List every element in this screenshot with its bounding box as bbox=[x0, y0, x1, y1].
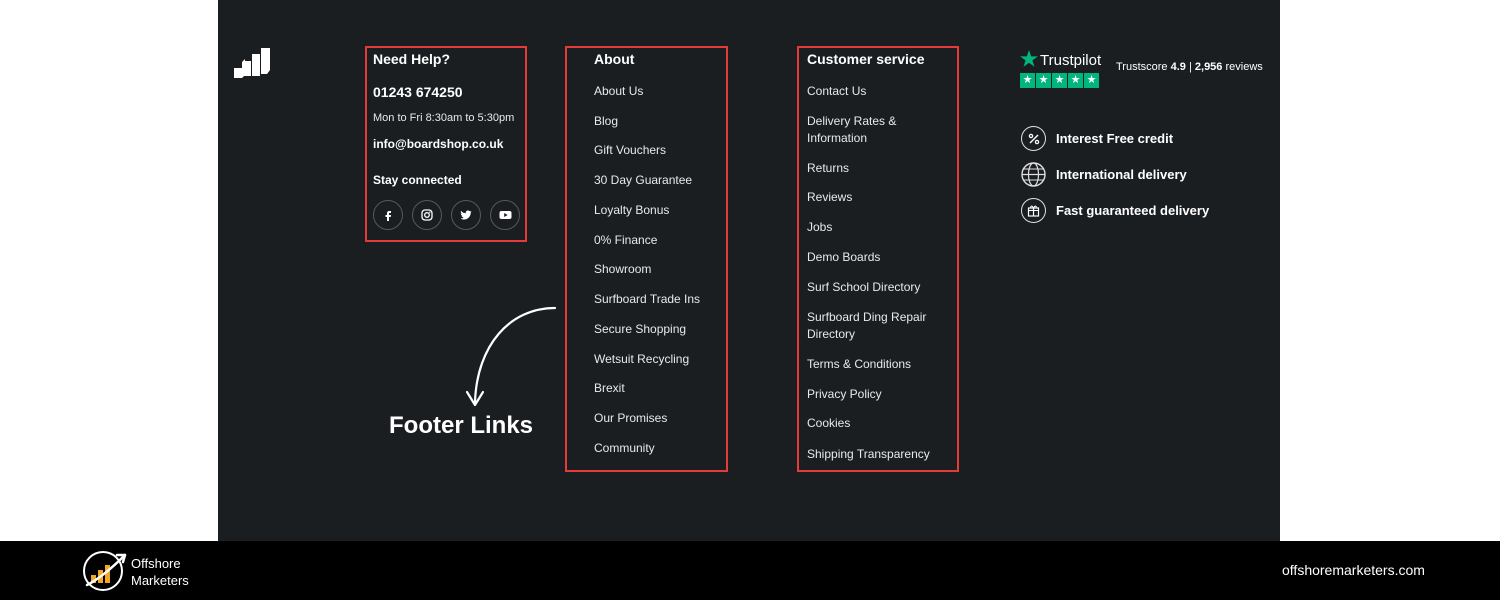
trustpilot-logo-text[interactable]: Trustpilot bbox=[1040, 52, 1101, 69]
trustscore-value: 4.9 bbox=[1170, 61, 1186, 73]
customer-service-link[interactable]: Jobs bbox=[807, 219, 832, 236]
trustpilot-star-icon bbox=[1020, 50, 1038, 67]
rating-star-icon: ★ bbox=[1084, 73, 1099, 88]
annotation-label: Footer Links bbox=[389, 412, 534, 439]
about-link[interactable]: 30 Day Guarantee bbox=[594, 172, 692, 189]
offshore-marketers-logo-icon bbox=[83, 551, 127, 591]
brand-website: offshoremarketers.com bbox=[1282, 562, 1425, 578]
feature-fast-guaranteed-delivery: Fast guaranteed delivery bbox=[1056, 203, 1210, 218]
brand-name: Offshore Marketers bbox=[131, 555, 189, 589]
instagram-button[interactable] bbox=[412, 200, 442, 230]
reviews-label: reviews bbox=[1225, 61, 1263, 73]
about-link[interactable]: Blog bbox=[594, 113, 618, 130]
help-heading: Need Help? bbox=[373, 51, 451, 67]
about-link[interactable]: Our Promises bbox=[594, 410, 667, 427]
rating-star-icon: ★ bbox=[1068, 73, 1083, 88]
customer-service-link[interactable]: Cookies bbox=[807, 415, 850, 432]
instagram-icon bbox=[421, 209, 433, 221]
twitter-icon bbox=[460, 210, 472, 220]
about-link[interactable]: Gift Vouchers bbox=[594, 142, 666, 159]
twitter-button[interactable] bbox=[451, 200, 481, 230]
rating-star-icon: ★ bbox=[1020, 73, 1035, 88]
site-logo-icon[interactable] bbox=[232, 48, 274, 78]
about-link[interactable]: About Us bbox=[594, 83, 643, 100]
opening-hours: Mon to Fri 8:30am to 5:30pm bbox=[373, 112, 515, 124]
customer-service-heading: Customer service bbox=[807, 51, 925, 67]
feature-international-delivery: International delivery bbox=[1056, 167, 1187, 182]
about-link[interactable]: Wetsuit Recycling bbox=[594, 351, 689, 368]
brand-name-line1: Offshore bbox=[131, 556, 181, 571]
customer-service-link[interactable]: Demo Boards bbox=[807, 249, 880, 266]
customer-service-link[interactable]: Delivery Rates & Information bbox=[807, 113, 937, 147]
customer-service-link[interactable]: Contact Us bbox=[807, 83, 866, 100]
about-link[interactable]: Community bbox=[594, 440, 655, 457]
about-link[interactable]: Showroom bbox=[594, 261, 651, 278]
customer-service-link[interactable]: Surf School Directory bbox=[807, 279, 920, 296]
customer-service-link[interactable]: Privacy Policy bbox=[807, 386, 882, 403]
review-count: 2,956 bbox=[1194, 61, 1223, 73]
facebook-button[interactable] bbox=[373, 200, 403, 230]
about-link[interactable]: Secure Shopping bbox=[594, 321, 686, 338]
customer-service-link[interactable]: Shipping Transparency bbox=[807, 446, 930, 463]
customer-service-link[interactable]: Returns bbox=[807, 160, 849, 177]
branding-bar bbox=[0, 541, 1500, 600]
facebook-icon bbox=[385, 211, 391, 221]
about-link[interactable]: 0% Finance bbox=[594, 232, 657, 249]
about-link[interactable]: Surfboard Trade Ins bbox=[594, 291, 700, 308]
about-link[interactable]: Brexit bbox=[594, 380, 625, 397]
rating-star-icon: ★ bbox=[1052, 73, 1067, 88]
customer-service-link[interactable]: Terms & Conditions bbox=[807, 356, 911, 373]
annotation-arrow-icon bbox=[465, 306, 557, 407]
youtube-icon bbox=[499, 211, 511, 219]
gift-box-icon bbox=[1021, 198, 1046, 223]
highlight-box-about bbox=[565, 46, 728, 472]
about-heading: About bbox=[594, 51, 635, 67]
brand-name-line2: Marketers bbox=[131, 573, 189, 588]
about-link[interactable]: Loyalty Bonus bbox=[594, 202, 669, 219]
stay-connected-label: Stay connected bbox=[373, 173, 462, 187]
trustscore-label: Trustscore bbox=[1116, 61, 1168, 73]
rating-star-icon: ★ bbox=[1036, 73, 1051, 88]
youtube-button[interactable] bbox=[490, 200, 520, 230]
email-link[interactable]: info@boardshop.co.uk bbox=[373, 137, 503, 151]
customer-service-link[interactable]: Reviews bbox=[807, 189, 852, 206]
percent-icon bbox=[1021, 126, 1046, 151]
trustpilot-rating-stars: ★ ★ ★ ★ ★ bbox=[1020, 73, 1099, 88]
feature-interest-free-credit: Interest Free credit bbox=[1056, 131, 1174, 146]
trustscore-separator: | bbox=[1188, 61, 1192, 73]
phone-number[interactable]: 01243 674250 bbox=[373, 84, 463, 100]
globe-icon bbox=[1021, 162, 1046, 187]
trustscore-summary[interactable]: Trustscore 4.9 | 2,956 reviews bbox=[1116, 61, 1263, 73]
customer-service-link[interactable]: Surfboard Ding Repair Directory bbox=[807, 309, 942, 343]
